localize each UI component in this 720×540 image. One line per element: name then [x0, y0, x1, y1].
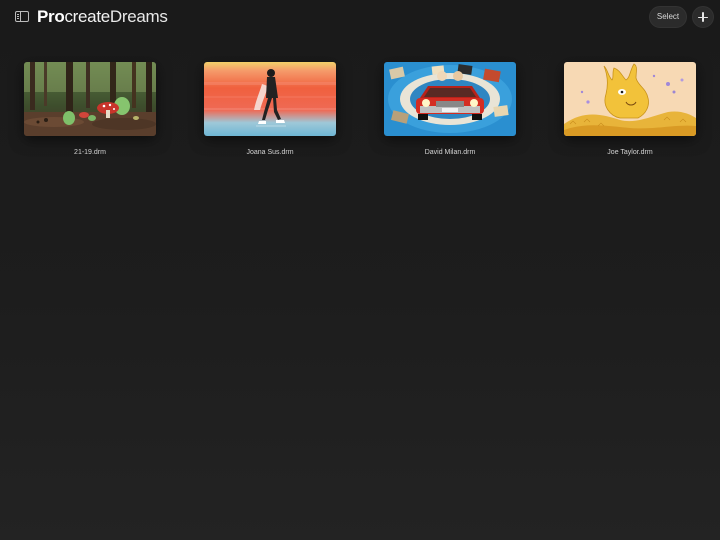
project-thumbnail[interactable]: [564, 62, 696, 136]
project-name: Joana Sus.drm: [246, 149, 294, 156]
project-thumbnail[interactable]: [384, 62, 516, 136]
project-thumbnail[interactable]: [24, 62, 156, 136]
walking-figure-thumbnail: [204, 62, 336, 136]
project-card-joe-taylor[interactable]: Joe Taylor.drm: [564, 62, 696, 156]
project-name: Joe Taylor.drm: [607, 149, 653, 156]
select-button[interactable]: Select: [649, 6, 687, 28]
sidebar-toggle-icon[interactable]: [15, 11, 29, 22]
project-card-joana-sus[interactable]: Joana Sus.drm: [204, 62, 336, 156]
forest-mushroom-thumbnail: [24, 62, 156, 136]
top-bar: ProcreateDreams Select: [0, 0, 720, 34]
project-card-david-milan[interactable]: David Milan.drm: [384, 62, 516, 156]
red-car-collage-thumbnail: [384, 62, 516, 136]
project-name: 21-19.drm: [74, 149, 106, 156]
add-plus-icon[interactable]: [692, 6, 714, 28]
project-name: David Milan.drm: [424, 149, 476, 156]
project-thumbnail[interactable]: [204, 62, 336, 136]
yellow-creature-thumbnail: [564, 62, 696, 136]
app-logo: ProcreateDreams: [37, 7, 168, 26]
project-card-21-19[interactable]: 21-19.drm: [24, 62, 156, 156]
